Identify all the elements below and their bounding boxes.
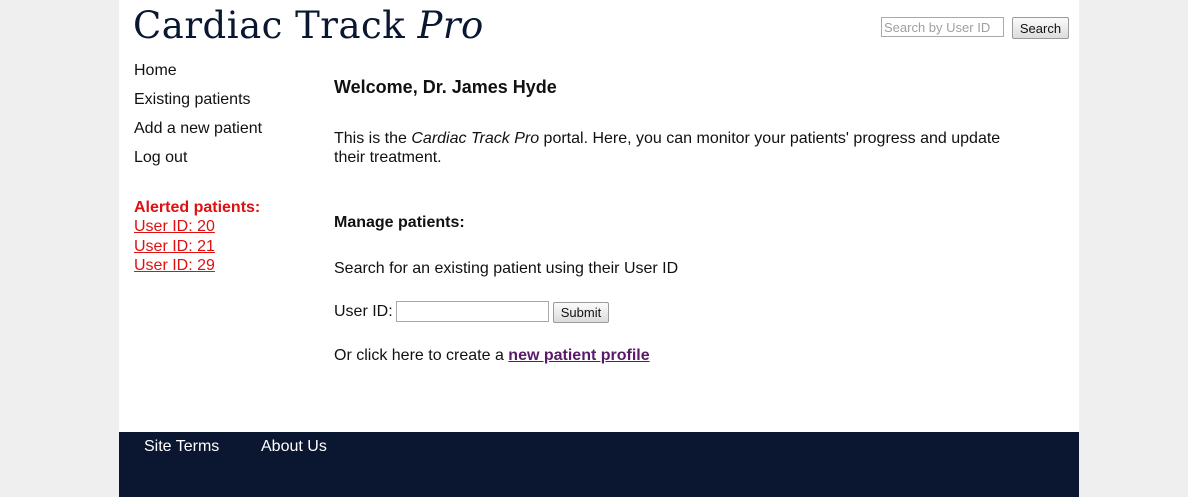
page-container: Cardiac Track Pro Search Home Existing p…: [119, 0, 1079, 497]
intro-text-start: This is the: [334, 130, 412, 147]
logo-text-emphasis: Pro: [417, 4, 484, 47]
nav-item-log-out[interactable]: Log out: [134, 148, 262, 177]
create-profile-text: Or click here to create a: [334, 347, 509, 364]
submit-button[interactable]: Submit: [553, 302, 609, 323]
alerted-patient-link[interactable]: User ID: 29: [134, 256, 260, 276]
welcome-heading: Welcome, Dr. James Hyde: [334, 77, 557, 97]
logo-text: Cardiac Track: [133, 4, 418, 47]
nav-item-add-new-patient[interactable]: Add a new patient: [134, 119, 262, 148]
site-logo[interactable]: Cardiac Track Pro: [133, 4, 484, 47]
intro-product-name: Cardiac Track Pro: [411, 130, 540, 147]
intro-paragraph: This is the Cardiac Track Pro portal. He…: [334, 129, 1034, 167]
nav-item-existing-patients[interactable]: Existing patients: [134, 90, 262, 119]
site-footer: Site Terms About Us: [119, 432, 1079, 497]
header-search-input[interactable]: [881, 17, 1004, 37]
nav-item-home[interactable]: Home: [134, 61, 262, 90]
header-search-button[interactable]: Search: [1012, 17, 1069, 39]
sidebar-nav: Home Existing patients Add a new patient…: [134, 61, 262, 177]
search-hint-text: Search for an existing patient using the…: [334, 260, 679, 277]
userid-search-form: User ID: Submit: [334, 301, 734, 325]
alerted-patients-title: Alerted patients:: [134, 199, 261, 216]
manage-patients-heading: Manage patients:: [334, 214, 465, 231]
alerted-patient-link[interactable]: User ID: 21: [134, 237, 260, 257]
userid-label: User ID:: [334, 303, 393, 320]
header-search: Search: [881, 17, 1069, 41]
create-profile-row: Or click here to create a new patient pr…: [334, 346, 650, 365]
alerted-patients: Alerted patients: User ID: 20 User ID: 2…: [134, 198, 260, 276]
new-patient-profile-link[interactable]: new patient profile: [508, 347, 649, 364]
userid-input[interactable]: [396, 301, 549, 322]
footer-link-site-terms[interactable]: Site Terms: [144, 437, 219, 456]
footer-link-about-us[interactable]: About Us: [261, 437, 327, 456]
alerted-patient-link[interactable]: User ID: 20: [134, 217, 260, 237]
